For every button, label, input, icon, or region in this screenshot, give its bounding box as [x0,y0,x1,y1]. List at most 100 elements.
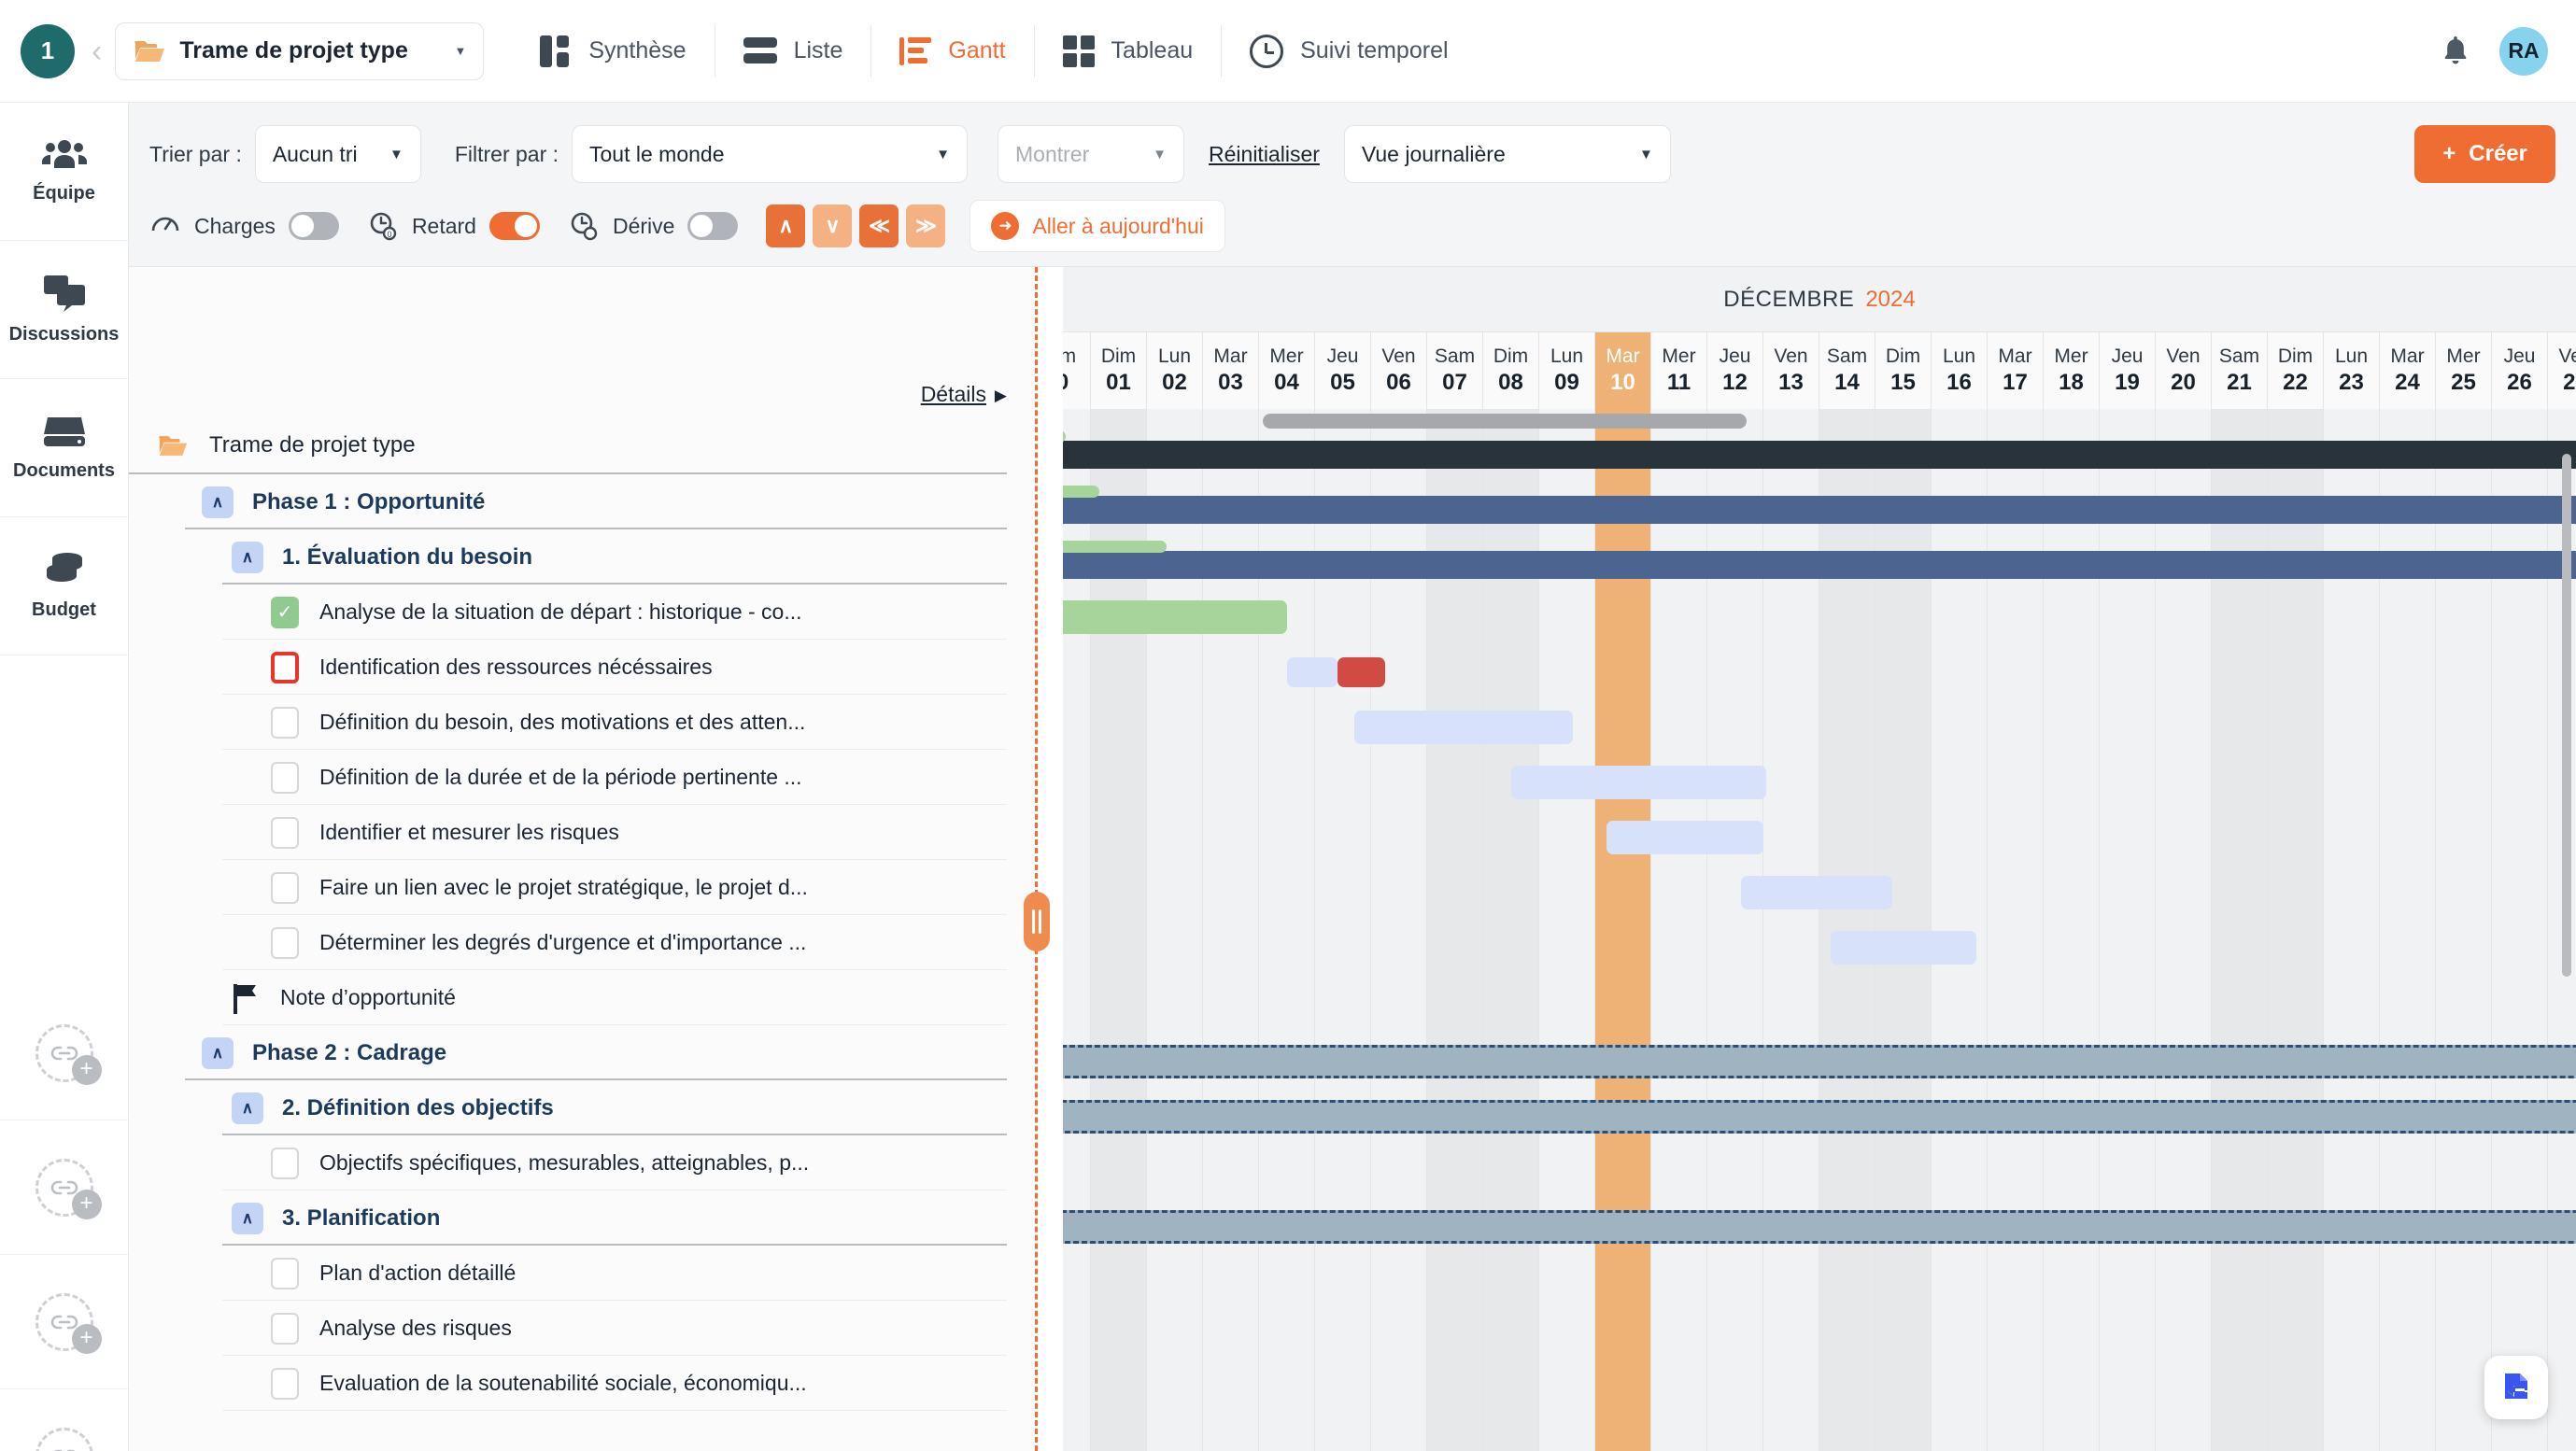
add-link-plus-icon[interactable]: + [71,1054,102,1085]
task-row[interactable]: Identification des ressources nécéssaire… [129,640,1035,695]
bell-icon[interactable] [2440,35,2471,68]
task-checkbox[interactable] [271,1312,299,1345]
back-chevron-icon[interactable]: ‹ [92,35,102,67]
go-to-today-button[interactable]: ➜ Aller à aujourd'hui [970,200,1225,252]
tab-suivi-temporel[interactable]: Suivi temporel [1222,0,1476,103]
task-checkbox[interactable] [271,816,299,849]
show-select[interactable]: Montrer ▼ [998,125,1185,183]
tab-liste[interactable]: Liste [715,0,871,103]
chevron-right-icon[interactable]: ▶ [995,387,1007,405]
toggle-retard[interactable]: 0 Retard [367,210,540,242]
task-checkbox[interactable] [271,761,299,794]
filter-select[interactable]: Tout le monde ▼ [572,125,969,183]
link-slot[interactable]: + [0,986,128,1120]
toggle-switch-retard[interactable] [488,212,540,240]
task-row[interactable]: ∧ Phase 1 : Opportunité [129,474,1035,529]
view-mode-select[interactable]: Vue journalière ▼ [1343,125,1671,183]
avatar[interactable]: RA [2499,26,2548,76]
gantt-bar-summary[interactable] [1063,430,2576,469]
create-button[interactable]: + Créer [2414,125,2555,183]
task-row[interactable]: Faire un lien avec le projet stratégique… [129,860,1035,915]
gantt-bar-phase-dashed[interactable] [1063,1045,2576,1078]
task-checkbox[interactable] [271,1257,299,1289]
task-row[interactable]: Définition du besoin, des motivations et… [129,695,1035,750]
task-row[interactable]: Objectifs spécifiques, mesurables, attei… [129,1135,1035,1190]
details-row: Détails ▶ [129,267,1035,416]
gantt-bar-summary[interactable] [1063,541,2576,579]
gantt-bar-task[interactable] [1741,876,1892,909]
toggle-charges[interactable]: Charges [149,210,339,242]
project-selector[interactable]: Trame de projet type ▼ [115,21,485,80]
export-button[interactable] [2484,1356,2548,1419]
horizontal-scrollbar[interactable] [1263,414,1747,429]
task-checkbox-done[interactable]: ✓ [271,596,299,628]
gantt-bar-task[interactable] [1511,766,1766,799]
task-row[interactable]: Définition de la durée et de la période … [129,750,1035,805]
sidebar-item-equipe[interactable]: Équipe [0,103,128,241]
gantt-bar-done[interactable] [1063,600,1287,634]
tab-tableau[interactable]: Tableau [1035,0,1222,103]
scroll-up-button[interactable]: ∧ [766,204,806,247]
collapse-chevron-icon[interactable]: ∧ [232,1202,263,1234]
task-row[interactable]: Trame de projet type [129,416,1035,474]
task-checkbox[interactable] [271,871,299,904]
tab-gantt[interactable]: Gantt [871,0,1033,103]
gantt-bar-phase-dashed[interactable] [1063,1100,2576,1134]
reset-link[interactable]: Réinitialiser [1209,142,1320,167]
task-row[interactable]: Plan d'action détaillé [129,1246,1035,1301]
gantt-bar-summary[interactable] [1063,486,2576,524]
documents-icon [43,417,85,446]
task-row[interactable]: Déterminer les degrés d'urgence et d'imp… [129,915,1035,970]
gantt-bar-phase-dashed[interactable] [1063,1210,2576,1244]
split-resize-handle[interactable] [1024,892,1050,951]
scroll-down-button[interactable]: ∨ [813,204,853,247]
gantt-day-cell: Mar 24 [2380,332,2436,409]
gantt-bar-task[interactable] [1287,657,1338,687]
sidebar-item-discussions[interactable]: Discussions [0,241,128,379]
gantt-bar-task[interactable] [1606,821,1763,854]
task-row[interactable]: Analyse des risques [129,1301,1035,1356]
link-slot[interactable]: + [0,1120,128,1255]
collapse-chevron-icon[interactable]: ∧ [232,541,263,573]
task-row[interactable]: ∧ 1. Évaluation du besoin [129,529,1035,585]
sidebar-item-budget[interactable]: Budget [0,517,128,655]
link-slot[interactable]: + [0,1389,128,1451]
task-row[interactable]: ∧ 3. Planification [129,1190,1035,1246]
gantt-bar-task[interactable] [1831,931,1976,965]
toggle-switch-charges[interactable] [288,212,339,240]
collapse-chevron-icon[interactable]: ∧ [232,1092,263,1124]
sidebar-label-budget: Budget [32,599,96,620]
add-link-plus-icon[interactable]: + [71,1323,102,1354]
task-checkbox[interactable] [271,1367,299,1400]
chevron-down-icon: ▼ [1153,146,1168,162]
add-link-plus-icon[interactable]: + [71,1189,102,1219]
task-checkbox[interactable] [271,706,299,739]
toggle-derive[interactable]: Dérive [568,210,739,242]
task-row[interactable]: ∧ 2. Définition des objectifs [129,1080,1035,1135]
scroll-top-button[interactable]: ≪ [859,204,899,247]
collapse-chevron-icon[interactable]: ∧ [202,486,234,518]
task-row[interactable]: Note d’opportunité [129,970,1035,1025]
task-row[interactable]: Identifier et mesurer les risques [129,805,1035,860]
task-checkbox-late[interactable] [271,651,299,683]
details-link[interactable]: Détails [921,382,986,407]
workspace-badge[interactable]: 1 [21,23,75,78]
task-checkbox[interactable] [271,1147,299,1179]
sort-select[interactable]: Aucun tri ▼ [254,125,421,183]
task-row[interactable]: Evaluation de la soutenabilité sociale, … [129,1356,1035,1411]
tab-synthese[interactable]: Synthèse [512,0,714,103]
link-slot[interactable]: + [0,1255,128,1389]
task-row[interactable]: ∧ Phase 2 : Cadrage [129,1025,1035,1080]
link-icon: + [35,1023,102,1085]
task-checkbox[interactable] [271,926,299,959]
gantt-bar-task[interactable] [1354,711,1573,744]
gantt-bar-late[interactable] [1338,657,1385,687]
filter-toolbar: Trier par : Aucun tri ▼ Filtrer par : To… [129,103,2576,267]
task-row[interactable]: ✓ Analyse de la situation de départ : his… [129,585,1035,640]
sidebar-item-documents[interactable]: Documents [0,379,128,517]
vertical-scrollbar[interactable] [2562,454,2571,977]
collapse-chevron-icon[interactable]: ∧ [202,1036,234,1069]
toggle-switch-derive[interactable] [687,212,739,240]
flag-icon [234,983,256,1014]
scroll-bottom-button[interactable]: ≫ [906,204,946,247]
